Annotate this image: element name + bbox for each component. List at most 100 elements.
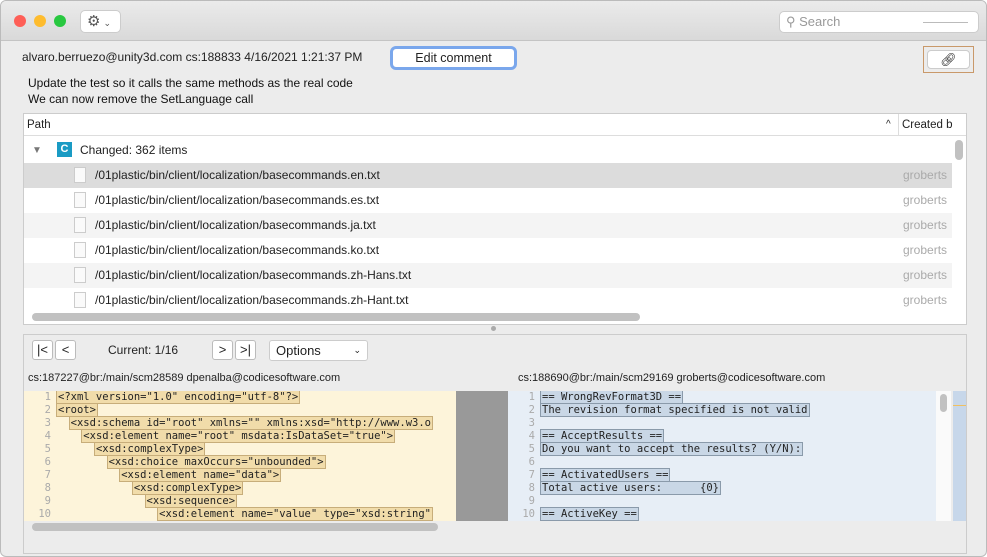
changed-badge: C <box>57 142 72 157</box>
line-text: == ActivatedUsers == <box>540 468 671 482</box>
line-number: 2 <box>528 404 535 416</box>
zoom-button[interactable] <box>54 15 66 27</box>
file-icon <box>74 267 86 283</box>
options-dropdown[interactable]: Options ⌄ <box>269 340 368 361</box>
chevron-down-icon: ⌄ <box>103 18 111 28</box>
line-number: 2 <box>44 404 51 416</box>
comment-line: We can now remove the SetLanguage call <box>28 92 254 106</box>
minimize-button[interactable] <box>34 15 46 27</box>
line-text: Total active users: {0} <box>540 481 722 495</box>
line-text: The revision format specified is not val… <box>540 403 810 417</box>
code-vertical-scrollbar[interactable] <box>936 391 951 521</box>
options-label: Options <box>276 343 321 358</box>
table-row[interactable]: /01plastic/bin/client/localization/basec… <box>24 263 952 288</box>
line-number: 9 <box>44 495 51 507</box>
column-created-by[interactable]: Created b <box>898 114 953 136</box>
table-row[interactable]: /01plastic/bin/client/localization/basec… <box>24 238 952 263</box>
code-line: 8 Total active users: {0} <box>508 481 936 495</box>
table-row[interactable]: /01plastic/bin/client/localization/basec… <box>24 288 952 313</box>
left-changeset-label: cs:187227@br:/main/scm28589 dpenalba@cod… <box>28 372 341 384</box>
search-input[interactable]: ⚲ Search <box>779 11 979 33</box>
gear-menu-button[interactable]: ⚙ ⌄ <box>80 10 121 33</box>
expand-triangle-icon[interactable]: ▼ <box>32 138 42 163</box>
vertical-scrollbar[interactable] <box>955 140 963 160</box>
edit-comment-button[interactable]: Edit comment <box>390 46 517 70</box>
changeset-comment: Update the test so it calls the same met… <box>28 75 353 107</box>
line-text: <xsd:complexType> <box>131 481 244 495</box>
link-icon: 🔗︎ <box>927 50 970 69</box>
line-number: 1 <box>528 391 535 403</box>
owner-cell: groberts <box>903 193 948 207</box>
code-line: 4 <xsd:element name="root" msdata:IsData… <box>24 429 456 443</box>
path-cell: /01plastic/bin/client/localization/basec… <box>95 193 380 207</box>
table-row[interactable]: /01plastic/bin/client/localization/basec… <box>24 213 952 238</box>
line-text: <xsd:element name="value" type="xsd:stri… <box>157 507 433 521</box>
horizontal-scrollbar[interactable] <box>32 313 640 321</box>
first-difference-button[interactable]: |< <box>32 340 53 360</box>
path-cell: /01plastic/bin/client/localization/basec… <box>95 268 412 282</box>
diff-gutter <box>456 391 505 521</box>
code-line: 5 Do you want to accept the results? (Y/N… <box>508 442 936 456</box>
sort-ascending-icon: ^ <box>886 119 891 130</box>
file-icon <box>74 292 86 308</box>
close-button[interactable] <box>14 15 26 27</box>
line-text: == AcceptResults == <box>540 429 665 443</box>
line-number: 10 <box>522 508 535 520</box>
path-cell: /01plastic/bin/client/localization/basec… <box>95 293 409 307</box>
code-line: 10 <xsd:element name="value" type="xsd:s… <box>24 507 456 521</box>
next-difference-button[interactable]: > <box>212 340 233 360</box>
owner-cell: groberts <box>903 218 948 232</box>
owner-cell: groberts <box>903 268 948 282</box>
diff-minimap[interactable] <box>953 391 966 521</box>
window: ⚙ ⌄ ⚲ Search alvaro.berruezo@unity3d.com … <box>0 0 987 557</box>
left-code-pane[interactable]: 1 <?xml version="1.0" encoding="utf-8"?> 2… <box>24 391 456 521</box>
line-text: <xsd:complexType> <box>93 442 206 456</box>
previous-difference-button[interactable]: < <box>55 340 76 360</box>
line-number: 5 <box>528 443 535 455</box>
code-line: 8 <xsd:complexType> <box>24 481 456 495</box>
line-number: 3 <box>528 417 535 429</box>
line-text: <xsd:schema id="root" xmlns="" xmlns:xsd… <box>68 416 433 430</box>
line-text: == ActiveKey == <box>540 507 639 521</box>
line-text: <root> <box>56 403 98 417</box>
line-text: <xsd:element name="root" msdata:IsDataSe… <box>81 429 396 443</box>
file-icon <box>74 242 86 258</box>
group-label: Changed: 362 items <box>80 143 188 157</box>
line-number: 7 <box>44 469 51 481</box>
column-path[interactable]: Path <box>27 114 51 136</box>
search-icon: ⚲ <box>786 14 800 29</box>
copy-link-button[interactable]: 🔗︎ <box>923 46 974 73</box>
code-horizontal-scrollbar[interactable] <box>32 523 438 531</box>
owner-cell: groberts <box>903 293 948 307</box>
line-number: 8 <box>44 482 51 494</box>
splitter-handle[interactable] <box>491 326 496 331</box>
path-cell: /01plastic/bin/client/localization/basec… <box>95 243 380 257</box>
table-row[interactable]: /01plastic/bin/client/localization/basec… <box>24 163 952 188</box>
owner-cell: groberts <box>903 243 948 257</box>
line-text: <xsd:element name="data"> <box>119 468 282 482</box>
line-number: 6 <box>44 456 51 468</box>
changeset-info: alvaro.berruezo@unity3d.com cs:188833 4/… <box>22 50 363 64</box>
comment-line: Update the test so it calls the same met… <box>28 76 353 90</box>
file-icon <box>74 217 86 233</box>
line-number: 4 <box>528 430 535 442</box>
line-number: 6 <box>528 456 535 468</box>
line-number: 3 <box>44 417 51 429</box>
search-placeholder: Search <box>799 14 841 29</box>
changes-table: Path ^ Created b ▼ C Changed: 362 items … <box>23 113 967 325</box>
line-text: Do you want to accept the results? (Y/N)… <box>540 442 804 456</box>
path-cell: /01plastic/bin/client/localization/basec… <box>95 168 380 182</box>
right-code-pane[interactable]: 1 == WrongRevFormat3D == 2 The revision for… <box>505 391 936 521</box>
table-row[interactable]: /01plastic/bin/client/localization/basec… <box>24 188 952 213</box>
group-row-changed[interactable]: ▼ C Changed: 362 items <box>24 138 952 163</box>
code-line: 10 == ActiveKey == <box>508 507 936 521</box>
line-number: 9 <box>528 495 535 507</box>
last-difference-button[interactable]: >| <box>235 340 256 360</box>
file-icon <box>74 167 86 183</box>
line-text: <xsd:choice maxOccurs="unbounded"> <box>106 455 326 469</box>
path-cell: /01plastic/bin/client/localization/basec… <box>95 218 376 232</box>
line-number: 5 <box>44 443 51 455</box>
title-bar: ⚙ ⌄ ⚲ Search <box>1 1 986 41</box>
chevron-down-icon: ⌄ <box>353 345 361 355</box>
line-number: 8 <box>528 482 535 494</box>
